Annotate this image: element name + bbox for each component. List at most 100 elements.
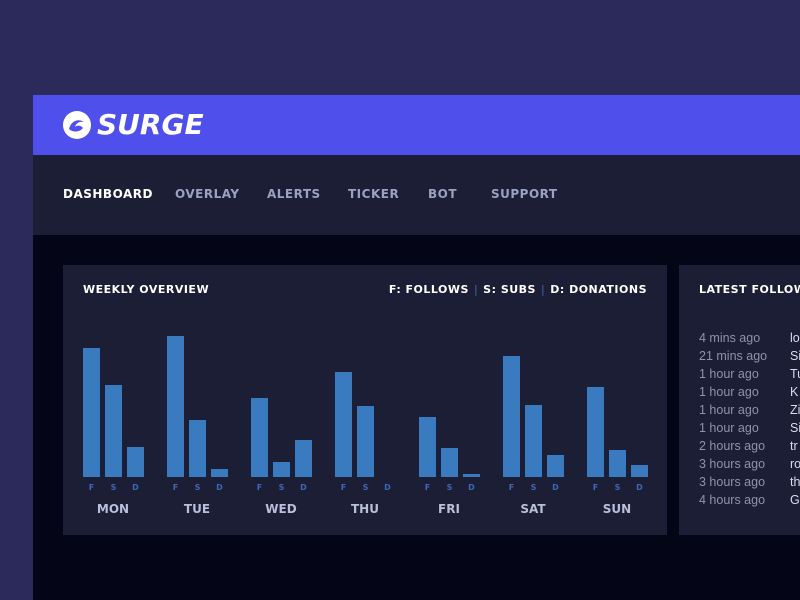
bar-wed-s (273, 462, 290, 477)
series-tick-label: S (195, 483, 201, 492)
follow-time: 3 hours ago (699, 457, 766, 471)
follow-time: 1 hour ago (699, 421, 759, 435)
day-label-thu: THU (351, 502, 379, 516)
legend-subs: S: SUBS (483, 283, 536, 296)
brand-bar: SURGE (33, 95, 800, 155)
brand-name: SURGE (97, 108, 204, 141)
bar-fri-d (463, 474, 480, 477)
list-item: 3 hours ago ro (699, 457, 800, 475)
list-item: 2 hours ago tr (699, 439, 800, 457)
follower-name[interactable]: th (790, 475, 800, 493)
follower-name[interactable]: lo (790, 331, 800, 349)
bar-sun-s (609, 450, 626, 477)
bar-tue-d (211, 469, 228, 477)
legend-separator: | (540, 283, 546, 296)
follower-name[interactable]: Tu (790, 367, 800, 385)
series-tick-label: S (531, 483, 537, 492)
series-tick-label: S (447, 483, 453, 492)
list-item: 4 mins ago lo (699, 331, 800, 349)
dashboard-window: SURGE DASHBOARD OVERLAY ALERTS TICKER BO… (33, 95, 800, 600)
latest-follows-panel: LATEST FOLLOW 4 mins ago lo 21 mins ago Si… (679, 265, 800, 535)
bar-tue-f (167, 336, 184, 477)
bar-thu-s (357, 406, 374, 477)
nav-item-support[interactable]: SUPPORT (491, 187, 558, 201)
bar-wed-f (251, 398, 268, 477)
series-tick-label: F (89, 483, 94, 492)
bar-wed-d (295, 440, 312, 477)
follow-time: 1 hour ago (699, 403, 759, 417)
weekly-overview-title: WEEKLY OVERVIEW (83, 283, 210, 296)
series-tick-label: D (384, 483, 391, 492)
day-label-sat: SAT (520, 502, 546, 516)
list-item: 3 hours ago th (699, 475, 800, 493)
series-tick-label: D (132, 483, 139, 492)
series-tick-label: F (341, 483, 346, 492)
list-item: 1 hour ago Tu (699, 367, 800, 385)
day-label-fri: FRI (438, 502, 460, 516)
series-tick-label: F (425, 483, 430, 492)
series-tick-label: S (279, 483, 285, 492)
wave-logo-icon (63, 111, 91, 139)
nav-item-overlay[interactable]: OVERLAY (175, 187, 240, 201)
series-tick-label: S (111, 483, 117, 492)
series-tick-label: D (468, 483, 475, 492)
weekly-overview-panel: F S D MON F S D TUE F S D WED F S D THU F S D FRI F S D SAT F S D S… (63, 265, 667, 535)
bar-mon-s (105, 385, 122, 477)
day-label-sun: SUN (603, 502, 631, 516)
list-item: 1 hour ago Zi (699, 403, 800, 421)
series-tick-label: F (509, 483, 514, 492)
follow-time: 21 mins ago (699, 349, 768, 363)
list-item: 21 mins ago Si (699, 349, 800, 367)
day-label-wed: WED (265, 502, 296, 516)
bar-sun-f (587, 387, 604, 477)
legend-separator: | (473, 283, 479, 296)
bar-thu-f (335, 372, 352, 477)
bar-sat-f (503, 356, 520, 477)
bar-fri-s (441, 448, 458, 477)
day-label-tue: TUE (184, 502, 210, 516)
series-tick-label: F (257, 483, 262, 492)
follow-time: 4 mins ago (699, 331, 761, 345)
list-item: 4 hours ago G (699, 493, 800, 511)
day-label-mon: MON (97, 502, 129, 516)
bar-tue-s (189, 420, 206, 477)
weekly-bar-chart: F S D MON F S D TUE F S D WED F S D THU F S D FRI F S D SAT F S D S… (83, 336, 648, 516)
follower-name[interactable]: tr (790, 439, 798, 457)
bar-sat-d (547, 455, 564, 477)
nav-item-bot[interactable]: BOT (428, 187, 457, 201)
list-item: 1 hour ago K (699, 385, 800, 403)
series-tick-label: S (615, 483, 621, 492)
bar-fri-f (419, 417, 436, 477)
series-tick-label: F (173, 483, 178, 492)
follower-name[interactable]: ro (790, 457, 800, 475)
follow-time: 1 hour ago (699, 367, 759, 381)
series-tick-label: S (363, 483, 369, 492)
follow-time: 4 hours ago (699, 493, 766, 507)
follower-name[interactable]: G (790, 493, 800, 511)
chart-legend: F: FOLLOWS | S: SUBS | D: DONATIONS (389, 283, 647, 296)
follower-name[interactable]: K (790, 385, 798, 403)
bar-sat-s (525, 405, 542, 477)
series-tick-label: F (593, 483, 598, 492)
nav-item-alerts[interactable]: ALERTS (267, 187, 321, 201)
follow-time: 2 hours ago (699, 439, 766, 453)
bar-mon-f (83, 348, 100, 477)
list-item: 1 hour ago Si (699, 421, 800, 439)
nav-item-ticker[interactable]: TICKER (348, 187, 399, 201)
legend-follows: F: FOLLOWS (388, 283, 469, 296)
bar-sun-d (631, 465, 648, 477)
follower-name[interactable]: Si (790, 349, 800, 367)
follower-name[interactable]: Zi (790, 403, 800, 421)
series-tick-label: D (636, 483, 643, 492)
logo[interactable]: SURGE (62, 109, 204, 141)
series-tick-label: D (552, 483, 559, 492)
follow-time: 3 hours ago (699, 475, 766, 489)
legend-donations: D: DONATIONS (550, 283, 647, 296)
latest-follows-title: LATEST FOLLOW (699, 283, 800, 296)
follow-time: 1 hour ago (699, 385, 759, 399)
follows-list: 4 mins agolo 21 mins agoSi 1 hour agoTu … (699, 331, 800, 511)
series-tick-label: D (300, 483, 307, 492)
bar-mon-d (127, 447, 144, 477)
follower-name[interactable]: Si (790, 421, 800, 439)
nav-item-dashboard[interactable]: DASHBOARD (63, 187, 153, 201)
